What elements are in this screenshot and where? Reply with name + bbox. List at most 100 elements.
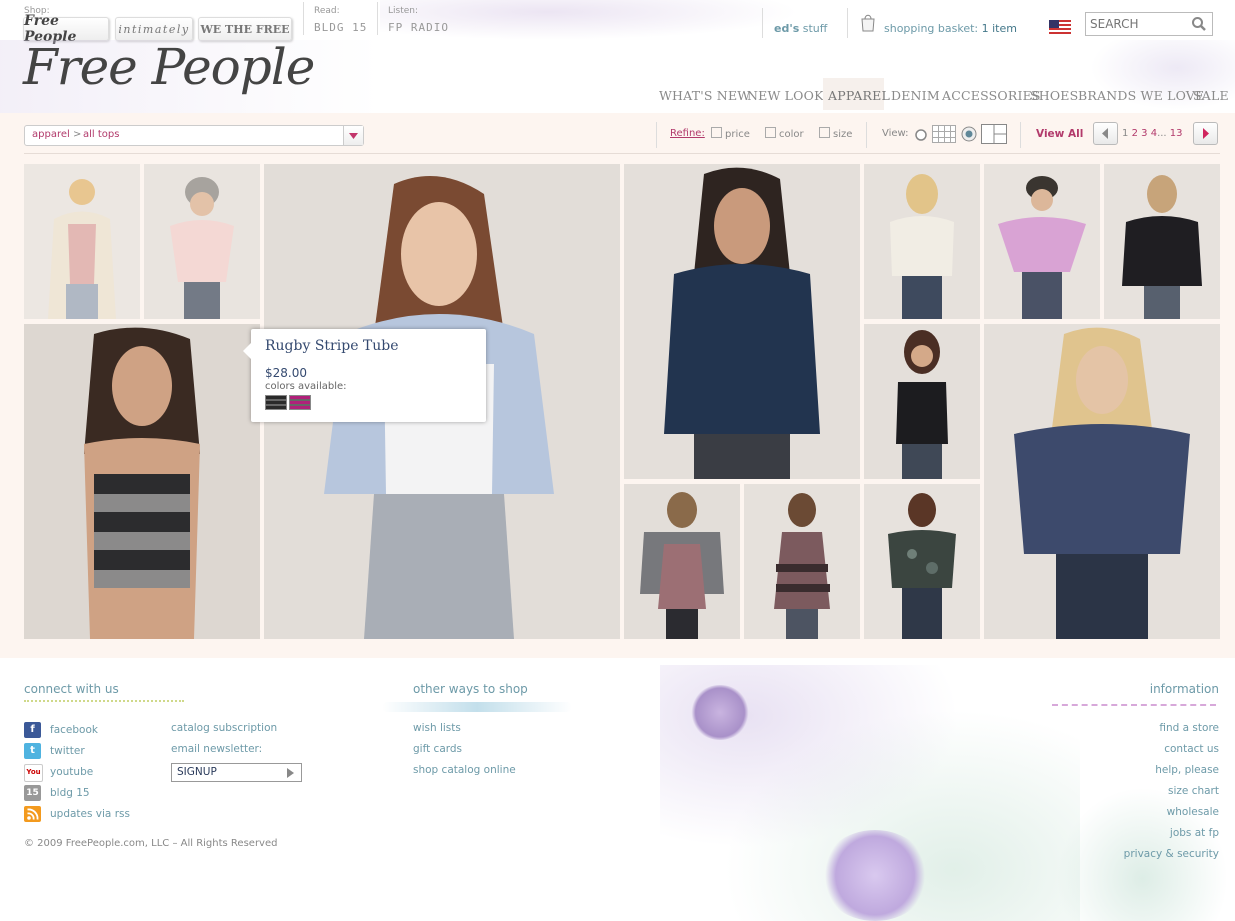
prev-page-button[interactable]	[1093, 122, 1118, 145]
youtube-link[interactable]: youtube	[50, 766, 93, 778]
help-link[interactable]: help, please	[1100, 764, 1219, 776]
product-photo	[48, 179, 116, 319]
view-mosaic-radio-icon[interactable]	[961, 126, 977, 142]
color-swatch[interactable]	[289, 395, 311, 410]
product-tile[interactable]	[984, 164, 1100, 319]
checkbox-icon	[711, 127, 722, 138]
find-a-store-link[interactable]: find a store	[1100, 722, 1219, 734]
nav-whats-new[interactable]: WHAT'S NEW	[659, 88, 750, 103]
twitter-link[interactable]: twitter	[50, 745, 85, 757]
bldg15-footer-link[interactable]: bldg 15	[50, 787, 90, 799]
nav-sale[interactable]: SALE	[1193, 88, 1229, 103]
account-link[interactable]: ed's stuff	[774, 22, 827, 35]
contact-us-link[interactable]: contact us	[1100, 743, 1219, 755]
product-tile[interactable]	[864, 324, 980, 479]
tooltip-price: $28.00	[265, 366, 307, 380]
product-tile[interactable]	[24, 324, 260, 639]
refine-size-label: size	[833, 129, 853, 140]
search-icon[interactable]	[1190, 15, 1208, 33]
product-photo	[998, 176, 1086, 319]
gift-cards-link[interactable]: gift cards	[413, 743, 462, 755]
color-swatches	[265, 395, 311, 410]
wish-lists-link[interactable]: wish lists	[413, 722, 461, 734]
nav-apparel[interactable]: APPAREL	[828, 88, 890, 103]
refine-price-checkbox[interactable]: price	[711, 127, 750, 140]
product-photo	[170, 177, 234, 319]
catalog-subscription-link[interactable]: catalog subscription	[171, 722, 277, 734]
basket-link[interactable]: shopping basket: 1 item	[884, 22, 1017, 35]
nav-shoes[interactable]: SHOES	[1030, 88, 1078, 103]
product-tile[interactable]	[1104, 164, 1220, 319]
chevron-down-icon	[349, 133, 358, 139]
facebook-link[interactable]: facebook	[50, 724, 98, 736]
product-tile[interactable]	[624, 484, 740, 639]
size-chart-link[interactable]: size chart	[1100, 785, 1219, 797]
refine-price-label: price	[725, 129, 750, 140]
header-watercolor	[380, 0, 800, 40]
rss-icon[interactable]	[24, 806, 41, 822]
page-3-link[interactable]: 3	[1141, 128, 1147, 139]
product-photo	[774, 493, 830, 639]
divider	[303, 2, 304, 35]
refine-size-checkbox[interactable]: size	[819, 127, 852, 140]
arrow-right-icon	[1203, 128, 1209, 139]
checkbox-icon	[819, 127, 830, 138]
signup-label: SIGNUP	[177, 766, 217, 778]
refine-color-label: color	[779, 129, 804, 140]
product-photo	[664, 167, 820, 479]
us-flag-icon[interactable]	[1049, 19, 1071, 34]
color-swatch[interactable]	[265, 395, 287, 410]
refine-color-checkbox[interactable]: color	[765, 127, 804, 140]
product-photo	[1122, 175, 1202, 319]
product-tile[interactable]	[864, 484, 980, 639]
product-tooltip: Rugby Stripe Tube $28.00 colors availabl…	[243, 329, 486, 422]
product-tile[interactable]	[624, 164, 860, 479]
privacy-security-link[interactable]: privacy & security	[1100, 848, 1219, 860]
product-tile[interactable]	[24, 164, 140, 319]
signup-button[interactable]: SIGNUP	[171, 763, 302, 782]
divider	[656, 122, 657, 148]
product-tile[interactable]	[864, 164, 980, 319]
toolbar-divider	[24, 153, 1220, 154]
fp-radio-link[interactable]: FP RADIO	[388, 21, 449, 34]
nav-new-looks[interactable]: NEW LOOKS	[747, 88, 832, 103]
view-large-icon[interactable]	[981, 124, 1007, 144]
breadcrumb-dropdown-button[interactable]	[343, 126, 363, 145]
decorative-rule	[382, 702, 572, 712]
view-single-icon[interactable]	[914, 127, 928, 141]
view-grid-icon[interactable]	[932, 125, 956, 143]
bldg15-link[interactable]: BLDG 15	[314, 21, 367, 34]
decorative-rule	[1052, 704, 1216, 709]
rss-link[interactable]: updates via rss	[50, 808, 130, 820]
product-tile[interactable]	[744, 484, 860, 639]
basket-count: 1 item	[981, 22, 1017, 35]
twitter-icon[interactable]: t	[24, 743, 41, 759]
view-all-link[interactable]: View All	[1036, 128, 1083, 140]
basket-icon[interactable]	[859, 12, 877, 32]
basket-label: shopping basket:	[884, 22, 979, 35]
bldg15-icon[interactable]: 15	[24, 785, 41, 801]
search-box	[1085, 12, 1213, 36]
youtube-icon[interactable]: You	[24, 764, 43, 782]
product-tile[interactable]	[984, 324, 1220, 639]
tooltip-product-name[interactable]: Rugby Stripe Tube	[265, 338, 399, 354]
next-page-button[interactable]	[1193, 122, 1218, 145]
shop-catalog-online-link[interactable]: shop catalog online	[413, 764, 516, 776]
tooltip-colors-label: colors available:	[265, 381, 347, 392]
page-13-link[interactable]: 13	[1170, 128, 1183, 139]
facebook-icon[interactable]: f	[24, 722, 41, 738]
copyright: © 2009 FreePeople.com, LLC – All Rights …	[24, 838, 278, 849]
breadcrumb-all-tops[interactable]: all tops	[83, 129, 119, 140]
breadcrumb-apparel[interactable]: apparel	[32, 129, 70, 140]
nav-brands-we-love[interactable]: BRANDS WE LOVE	[1078, 88, 1204, 103]
product-tile[interactable]	[144, 164, 260, 319]
nav-denim[interactable]: DENIM	[891, 88, 940, 103]
page-1-link[interactable]: 1	[1122, 128, 1128, 139]
free-people-logo[interactable]: Free People	[23, 38, 315, 96]
wholesale-link[interactable]: wholesale	[1100, 806, 1219, 818]
page-2-link[interactable]: 2	[1132, 128, 1138, 139]
jobs-at-fp-link[interactable]: jobs at fp	[1100, 827, 1219, 839]
search-input[interactable]	[1088, 15, 1190, 33]
checkbox-icon	[765, 127, 776, 138]
nav-accessories[interactable]: ACCESSORIES	[942, 88, 1041, 103]
